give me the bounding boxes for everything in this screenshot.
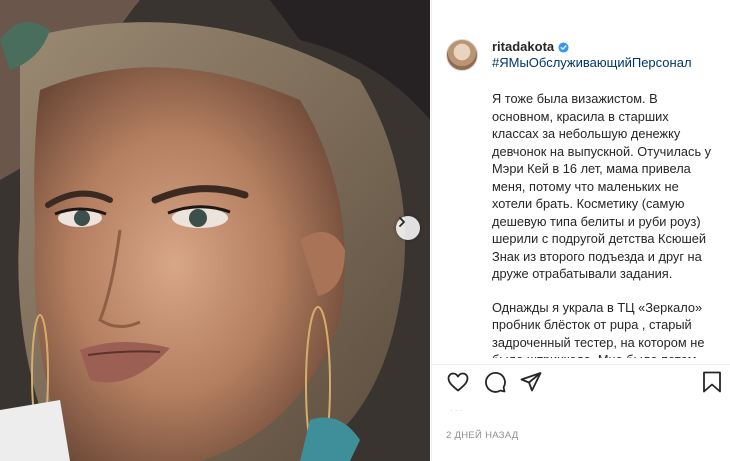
post-timestamp[interactable]: 2 ДНЕЙ НАЗАД <box>446 430 519 441</box>
paper-plane-icon[interactable] <box>519 370 543 394</box>
portrait-image <box>0 0 430 461</box>
avatar[interactable] <box>446 39 478 71</box>
next-photo-button[interactable] <box>396 216 420 240</box>
bookmark-icon[interactable] <box>701 370 723 394</box>
divider <box>432 364 730 365</box>
verified-badge-icon <box>558 41 569 53</box>
chevron-right-icon <box>399 217 405 227</box>
post-meta: ritadakota #ЯМыОбслуживающийПерсонал <box>492 39 692 71</box>
action-bar <box>446 370 721 396</box>
comment-bubble-icon[interactable] <box>483 370 507 394</box>
username-link[interactable]: ritadakota <box>492 39 554 55</box>
username-row: ritadakota <box>492 39 569 55</box>
caption-paragraph: Однажды я украла в ТЦ «Зеркало» пробник … <box>492 299 705 359</box>
hashtag-link[interactable]: #ЯМыОбслуживающийПерсонал <box>492 55 692 71</box>
post-header: ritadakota #ЯМыОбслуживающийПерсонал <box>446 38 692 72</box>
post-photo[interactable] <box>0 0 430 461</box>
post-details-panel: ritadakota #ЯМыОбслуживающийПерсонал Я т… <box>431 0 730 461</box>
heart-icon[interactable] <box>446 370 470 394</box>
caption-paragraph: Я тоже была визажистом. В основном, крас… <box>492 91 712 281</box>
likes-placeholder: · · · <box>450 406 463 415</box>
post-caption: Я тоже была визажистом. В основном, крас… <box>492 90 718 358</box>
